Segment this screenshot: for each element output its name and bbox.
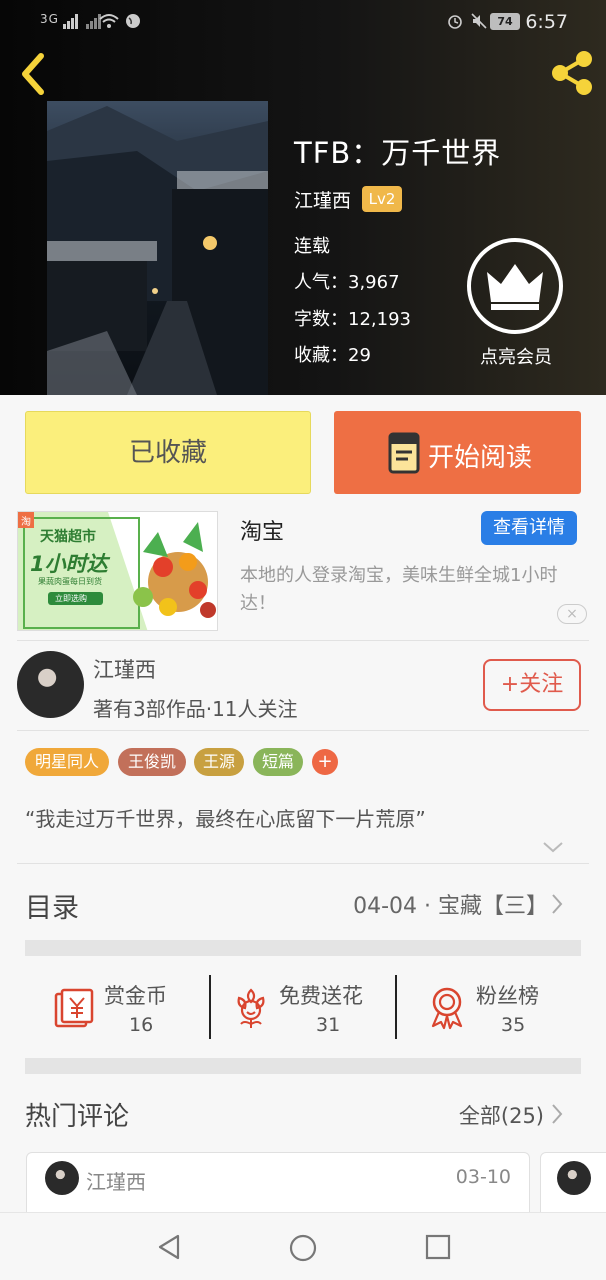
network-indicator: 3G [40, 12, 59, 26]
ad-image[interactable]: 淘 天猫超市 1小时达 果蔬肉蛋每日到货 立即选购 [17, 511, 218, 631]
flower-icon [237, 988, 265, 1028]
globe-icon [126, 14, 140, 28]
ad-detail-button[interactable]: 查看详情 [481, 511, 577, 545]
tag-chip[interactable]: 短篇 [253, 748, 303, 776]
nav-recent-apps-icon[interactable] [425, 1234, 451, 1260]
book-popularity: 人气：3,967 [294, 272, 400, 293]
reward-coins-count: 16 [129, 1014, 154, 1036]
section-separator [25, 940, 581, 956]
vip-button[interactable] [467, 238, 563, 334]
section-separator [25, 1058, 581, 1074]
hot-comments-title: 热门评论 [25, 1102, 130, 1132]
add-tag-button[interactable]: + [312, 749, 338, 775]
red-envelope-icon [54, 988, 94, 1028]
commenter-name[interactable]: 江瑾西 [86, 1166, 146, 1195]
author-level-badge: Lv2 [362, 186, 402, 212]
wifi-icon [99, 14, 119, 28]
nav-home-icon[interactable] [288, 1233, 318, 1263]
start-reading-label: 开始阅读 [428, 443, 533, 473]
catalog-latest-chapter[interactable]: 04-04 · 宝藏【三】 [353, 888, 548, 920]
alarm-icon [448, 15, 462, 29]
book-icon [388, 432, 420, 474]
ad-image-cta: 立即选购 [55, 594, 87, 603]
comment-date: 03-10 [455, 1166, 511, 1188]
back-icon[interactable] [15, 52, 51, 96]
book-status: 连载 [294, 236, 330, 257]
vip-label[interactable]: 点亮会员 [468, 343, 564, 369]
fan-ranking-label: 粉丝榜 [476, 984, 539, 1008]
tag-chip[interactable]: 明星同人 [25, 748, 109, 776]
send-flower-button[interactable]: 免费送花 31 [229, 980, 389, 1040]
ad-image-badge: 淘 [21, 517, 31, 528]
crown-icon [487, 264, 543, 310]
status-bar: 3G 74 6:57 [0, 0, 606, 45]
author-meta: 著有3部作品·11人关注 [93, 697, 298, 721]
ad-image-title: 天猫超市 [40, 529, 96, 545]
divider [17, 730, 589, 731]
all-comments-link[interactable]: 全部(25) [459, 1100, 544, 1130]
reward-coins-button[interactable]: 赏金币 16 [52, 980, 202, 1040]
medal-icon [431, 987, 463, 1030]
book-cover[interactable] [47, 101, 268, 395]
author-avatar[interactable] [17, 651, 84, 718]
fan-ranking-count: 35 [501, 1014, 526, 1036]
commenter-avatar[interactable] [45, 1161, 79, 1195]
divider [17, 863, 589, 864]
tag-chip[interactable]: 王源 [194, 748, 244, 776]
signal-icon [63, 14, 78, 29]
book-author[interactable]: 江瑾西 [294, 186, 351, 213]
mute-icon [471, 13, 487, 29]
author-name[interactable]: 江瑾西 [93, 654, 156, 684]
ad-close-icon[interactable]: × [557, 604, 587, 624]
divider [17, 640, 589, 641]
ad-description[interactable]: 本地的人登录淘宝，美味生鲜全城1小时达！ [240, 562, 585, 618]
commenter-avatar[interactable] [557, 1161, 591, 1195]
share-icon[interactable] [550, 50, 596, 96]
book-word-count: 字数：12,193 [294, 309, 411, 330]
system-nav-bar [0, 1212, 606, 1280]
chevron-down-icon[interactable] [542, 840, 564, 854]
fan-ranking-button[interactable]: 粉丝榜 35 [427, 980, 557, 1040]
chevron-right-icon[interactable] [550, 893, 564, 915]
catalog-title[interactable]: 目录 [25, 886, 79, 925]
book-intro: “我走过万千世界，最终在心底留下一片荒原” [25, 807, 426, 831]
start-reading-button[interactable]: 开始阅读 [334, 411, 581, 494]
divider [395, 975, 397, 1039]
book-header: 3G 74 6:57 TFB：万千世界 江瑾西 Lv2 连载 人气：3,967 … [0, 0, 606, 395]
book-title: TFB：万千世界 [294, 136, 502, 170]
book-favorites: 收藏：29 [294, 345, 371, 366]
divider [209, 975, 211, 1039]
ad-image-headline: 1小时达 [30, 552, 108, 576]
collected-button[interactable]: 已收藏 [25, 411, 311, 494]
chevron-right-icon[interactable] [550, 1103, 564, 1125]
send-flower-count: 31 [316, 1014, 341, 1036]
ad-title[interactable]: 淘宝 [240, 514, 284, 546]
reward-coins-label: 赏金币 [104, 984, 167, 1008]
follow-button[interactable]: +关注 [483, 659, 581, 711]
battery-indicator: 74 [490, 13, 520, 30]
tag-chip[interactable]: 王俊凯 [118, 748, 186, 776]
send-flower-label: 免费送花 [279, 984, 363, 1008]
ad-image-subtitle: 果蔬肉蛋每日到货 [38, 577, 102, 586]
nav-back-icon[interactable] [156, 1233, 182, 1261]
clock: 6:57 [525, 11, 568, 33]
